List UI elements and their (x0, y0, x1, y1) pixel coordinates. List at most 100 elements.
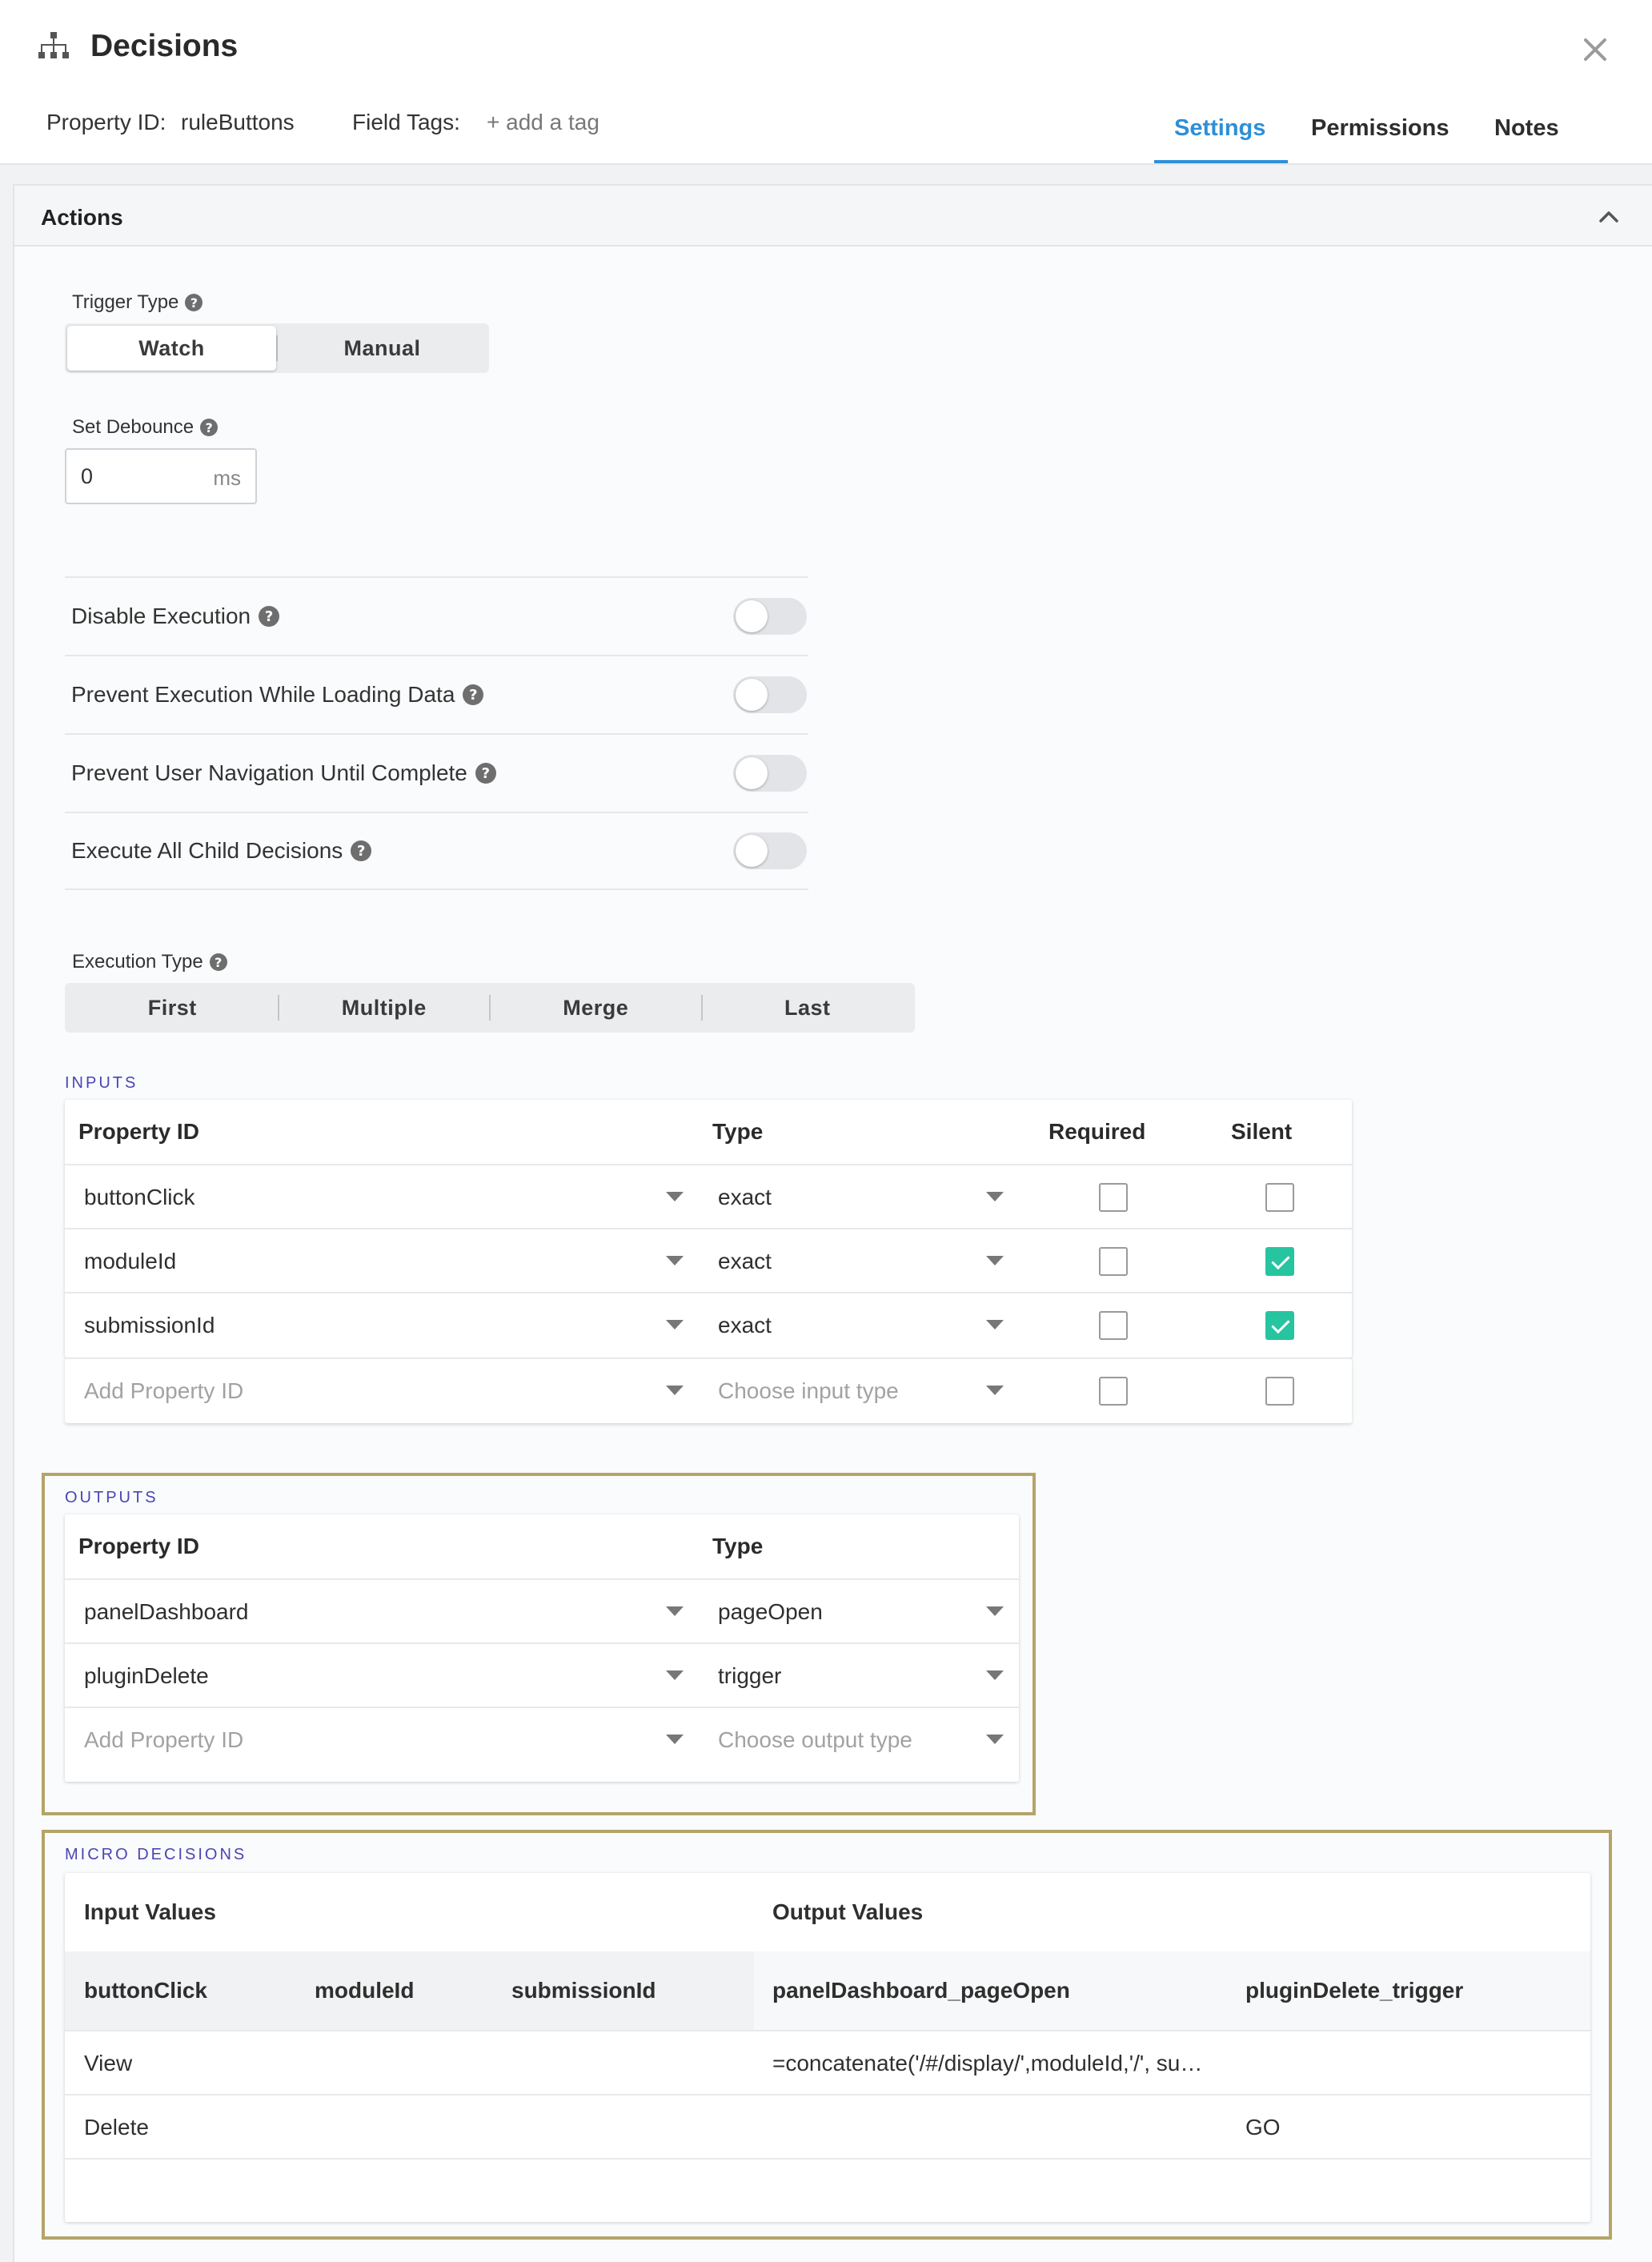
column-header-moduleid: moduleId (315, 1978, 415, 2003)
dropdown-caret-icon[interactable] (986, 1670, 1004, 1680)
execution-type-last[interactable]: Last (703, 985, 913, 1030)
silent-checkbox[interactable] (1265, 1377, 1294, 1406)
actions-panel-title: Actions (41, 205, 123, 230)
tab-permissions[interactable]: Permissions (1311, 115, 1449, 142)
execution-toggles: Disable Execution? Prevent Execution Whi… (65, 576, 808, 890)
help-icon[interactable]: ? (463, 684, 484, 705)
output-type-select[interactable]: trigger (718, 1644, 781, 1708)
tab-notes[interactable]: Notes (1494, 115, 1559, 142)
table-row[interactable]: View =concatenate('/#/display/',moduleId… (65, 2030, 1590, 2094)
execution-type-toggle: First Multiple Merge Last (65, 983, 915, 1033)
sitemap-icon (38, 32, 69, 58)
help-icon[interactable]: ? (185, 294, 203, 311)
execution-type-multiple[interactable]: Multiple (279, 985, 490, 1030)
field-tags-label: Field Tags: (352, 110, 460, 134)
input-property-select[interactable]: buttonClick (84, 1165, 195, 1229)
column-header-paneldashboard-pageopen: panelDashboard_pageOpen (772, 1978, 1070, 2003)
dropdown-caret-icon[interactable] (986, 1386, 1004, 1395)
output-values-header: Output Values (772, 1899, 924, 1924)
required-checkbox[interactable] (1099, 1183, 1128, 1212)
trigger-type-manual[interactable]: Manual (278, 326, 487, 371)
dropdown-caret-icon[interactable] (666, 1386, 684, 1395)
silent-checkbox[interactable] (1265, 1183, 1294, 1212)
execute-child-switch[interactable] (733, 832, 807, 869)
output-property-select[interactable]: pluginDelete (84, 1644, 209, 1708)
required-checkbox[interactable] (1099, 1377, 1128, 1406)
micro-decisions-section-label: MICRO DECISIONS (65, 1846, 247, 1863)
debounce-input[interactable]: 0 ms (65, 448, 257, 504)
switch-knob (736, 835, 768, 867)
outputs-table: Property ID Type panelDashboard pageOpen… (65, 1514, 1019, 1782)
tab-settings[interactable]: Settings (1174, 115, 1265, 142)
toggle-row-prevent-loading: Prevent Execution While Loading Data? (65, 655, 808, 733)
help-icon[interactable]: ? (351, 840, 372, 861)
buttonclick-value[interactable]: View (84, 2031, 132, 2096)
switch-knob (736, 600, 768, 632)
plugindelete-trigger-value[interactable]: GO (1245, 2096, 1281, 2160)
choose-input-type-select[interactable]: Choose input type (718, 1359, 899, 1423)
column-header-type: Type (712, 1119, 764, 1144)
table-row-empty[interactable] (65, 2158, 1590, 2222)
help-icon[interactable]: ? (200, 419, 219, 436)
dropdown-caret-icon[interactable] (666, 1606, 684, 1616)
table-header-row: Property ID Type (65, 1514, 1019, 1578)
trigger-type-watch[interactable]: Watch (67, 326, 276, 371)
add-property-id-select[interactable]: Add Property ID (84, 1708, 243, 1772)
input-property-select[interactable]: submissionId (84, 1293, 215, 1358)
dropdown-caret-icon[interactable] (986, 1256, 1004, 1265)
column-header-type: Type (712, 1534, 764, 1558)
dropdown-caret-icon[interactable] (666, 1192, 684, 1201)
table-row: Add Property ID Choose output type (65, 1707, 1019, 1771)
debounce-value[interactable]: 0 (81, 464, 93, 489)
input-type-select[interactable]: exact (718, 1293, 772, 1358)
add-tag-link[interactable]: + add a tag (487, 110, 599, 135)
toggle-row-prevent-navigation: Prevent User Navigation Until Complete? (65, 733, 808, 812)
required-checkbox[interactable] (1099, 1247, 1128, 1276)
output-property-select[interactable]: panelDashboard (84, 1580, 249, 1644)
silent-checkbox-checked[interactable] (1265, 1311, 1294, 1340)
output-type-select[interactable]: pageOpen (718, 1580, 823, 1644)
chevron-up-icon[interactable] (1595, 203, 1622, 231)
dropdown-caret-icon[interactable] (666, 1670, 684, 1680)
dropdown-caret-icon[interactable] (986, 1735, 1004, 1744)
input-type-select[interactable]: exact (718, 1229, 772, 1293)
debounce-unit: ms (213, 466, 241, 490)
active-tab-indicator (1154, 160, 1288, 163)
dropdown-caret-icon[interactable] (666, 1256, 684, 1265)
table-row: pluginDelete trigger (65, 1642, 1019, 1707)
execution-type-first[interactable]: First (67, 985, 278, 1030)
buttonclick-value[interactable]: Delete (84, 2096, 149, 2160)
required-checkbox[interactable] (1099, 1311, 1128, 1340)
add-property-id-select[interactable]: Add Property ID (84, 1359, 243, 1423)
close-icon[interactable] (1581, 35, 1610, 64)
choose-output-type-select[interactable]: Choose output type (718, 1708, 912, 1772)
disable-execution-switch[interactable] (733, 598, 807, 635)
actions-panel: Actions Trigger Type ? Watch Manual Set … (13, 184, 1652, 2262)
property-id-value: ruleButtons (181, 110, 295, 134)
dropdown-caret-icon[interactable] (986, 1192, 1004, 1201)
silent-checkbox-checked[interactable] (1265, 1247, 1294, 1276)
dropdown-caret-icon[interactable] (666, 1320, 684, 1330)
prevent-loading-switch[interactable] (733, 676, 807, 713)
input-property-select[interactable]: moduleId (84, 1229, 176, 1293)
execution-type-merge[interactable]: Merge (491, 985, 701, 1030)
actions-panel-header[interactable]: Actions (14, 184, 1652, 247)
table-row[interactable]: Delete GO (65, 2094, 1590, 2158)
help-icon[interactable]: ? (259, 606, 280, 627)
toggle-row-execute-child: Execute All Child Decisions? (65, 812, 808, 890)
micro-decisions-table: Input Values Output Values buttonClick m… (65, 1873, 1590, 2222)
column-header-required: Required (1049, 1119, 1146, 1144)
dropdown-caret-icon[interactable] (666, 1735, 684, 1744)
input-type-select[interactable]: exact (718, 1165, 772, 1229)
dropdown-caret-icon[interactable] (986, 1606, 1004, 1616)
paneldashboard-pageopen-value[interactable]: =concatenate('/#/display/',moduleId,'/',… (772, 2031, 1202, 2096)
column-header-plugindelete-trigger: pluginDelete_trigger (1245, 1978, 1464, 2003)
execution-type-label: Execution Type ? (72, 951, 227, 973)
column-header-silent: Silent (1231, 1119, 1293, 1144)
switch-knob (736, 679, 768, 711)
help-icon[interactable]: ? (209, 953, 227, 971)
dropdown-caret-icon[interactable] (986, 1320, 1004, 1330)
help-icon[interactable]: ? (475, 763, 496, 784)
inputs-section-label: INPUTS (65, 1074, 138, 1092)
prevent-navigation-switch[interactable] (733, 755, 807, 792)
